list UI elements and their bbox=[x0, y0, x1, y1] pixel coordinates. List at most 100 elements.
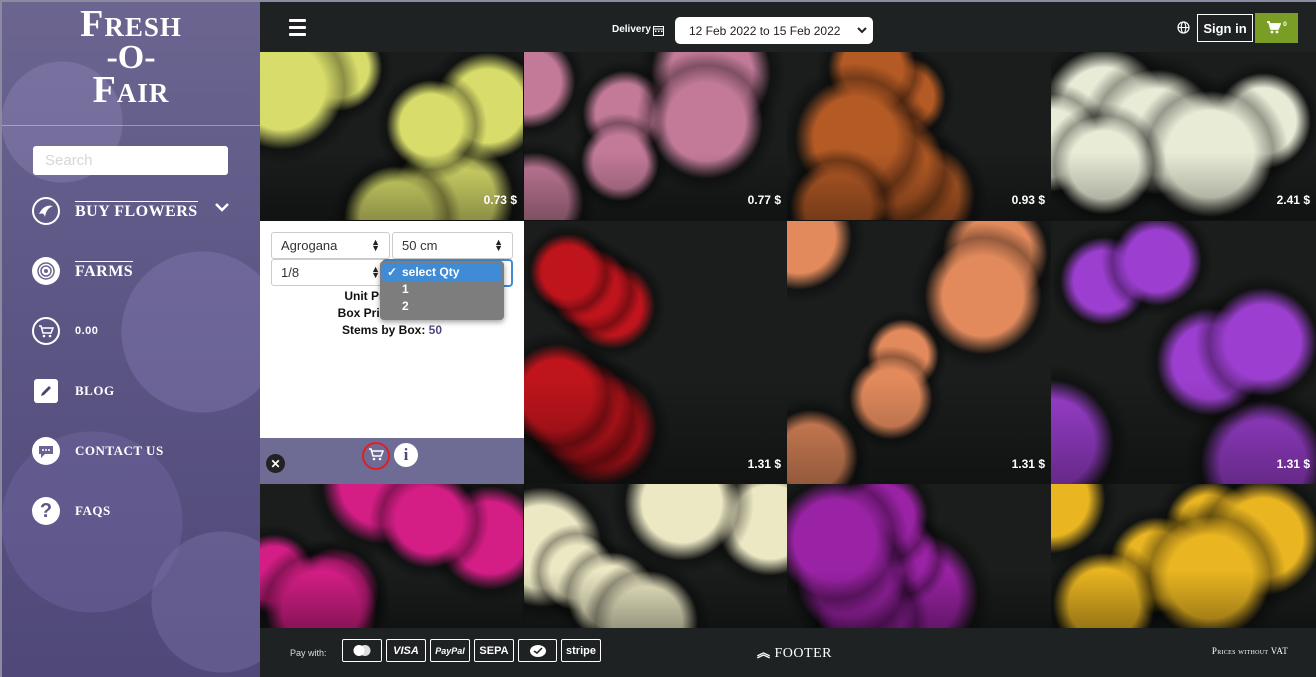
footer-toggle-label: FOOTER bbox=[774, 646, 832, 661]
product-tile[interactable] bbox=[524, 484, 787, 628]
qty-dropdown[interactable]: ✓ select Qty 1 2 bbox=[380, 261, 504, 320]
sidebar-item-contact[interactable]: CONTACT US bbox=[32, 436, 164, 466]
pencil-icon bbox=[34, 379, 58, 403]
question-icon: ? bbox=[32, 497, 60, 525]
globe-icon[interactable] bbox=[1177, 21, 1190, 39]
sidebar-item-label: BUY FLOWERS bbox=[75, 201, 198, 220]
flower-image bbox=[787, 221, 1051, 484]
search-input[interactable] bbox=[33, 146, 228, 175]
product-price: 1.31 $ bbox=[747, 457, 781, 471]
stems-value: 50 bbox=[428, 323, 443, 337]
brand-line-3: Fair bbox=[92, 69, 170, 111]
pay-with-label: Pay with: bbox=[290, 648, 327, 658]
product-tile[interactable]: 1.31 $ bbox=[1051, 221, 1316, 484]
cart-icon bbox=[368, 447, 385, 466]
delivery-date-select[interactable]: 12 Feb 2022 to 15 Feb 2022 bbox=[675, 17, 873, 44]
check-icon: ✓ bbox=[387, 265, 398, 279]
qty-option-label: 1 bbox=[402, 282, 409, 296]
qty-option-label: select Qty bbox=[402, 265, 460, 279]
delivery-date-value: 12 Feb 2022 to 15 Feb 2022 bbox=[689, 24, 841, 38]
product-tile[interactable]: 2.41 $ bbox=[1051, 52, 1316, 220]
product-price: 2.41 $ bbox=[1276, 193, 1310, 207]
sidebar-item-blog[interactable]: BLOG bbox=[32, 376, 115, 406]
paypal-icon: PayPal bbox=[430, 639, 470, 662]
wechat-icon bbox=[518, 639, 557, 662]
product-price: 1.31 $ bbox=[1276, 457, 1310, 471]
cart-icon bbox=[32, 317, 60, 345]
chevron-down-icon[interactable] bbox=[214, 199, 230, 217]
close-icon[interactable]: ✕ bbox=[266, 454, 285, 473]
calendar-icon bbox=[653, 23, 664, 41]
brand-logo[interactable]: Fresh -O- Fair bbox=[2, 3, 260, 111]
sidebar-item-farms[interactable]: FARMS bbox=[32, 256, 134, 286]
unit-price-label: Unit Pr bbox=[344, 289, 384, 303]
product-tile[interactable]: 1.31 $ bbox=[787, 221, 1051, 484]
bird-icon bbox=[32, 197, 60, 225]
length-select-value: 50 cm bbox=[402, 238, 438, 253]
stems-by-box: Stems by Box: 50 bbox=[260, 323, 524, 337]
qty-option[interactable]: 2 bbox=[380, 298, 504, 315]
sort-icon: ▲ ▼ bbox=[371, 237, 380, 253]
box-select-value: 1/8 bbox=[281, 265, 300, 280]
flower-image bbox=[1051, 221, 1316, 484]
farm-select-value: Agrogana bbox=[281, 238, 338, 253]
sort-icon: ▲ ▼ bbox=[494, 237, 503, 253]
chevron-down-icon bbox=[857, 24, 867, 38]
sidebar: Fresh -O- Fair BUY FLOWERS FARMS 0.00 BL… bbox=[2, 2, 260, 677]
chat-icon bbox=[32, 437, 60, 465]
rose-icon bbox=[32, 257, 60, 285]
prices-note: Prices without VAT bbox=[1211, 646, 1288, 656]
add-to-cart-button[interactable] bbox=[362, 442, 390, 470]
menu-icon[interactable] bbox=[289, 19, 306, 40]
flower-image bbox=[787, 484, 1051, 628]
info-icon[interactable]: i bbox=[394, 443, 418, 467]
stripe-icon: stripe bbox=[561, 639, 601, 662]
product-tile[interactable] bbox=[260, 484, 523, 628]
sidebar-item-label: FAQS bbox=[75, 503, 111, 518]
stems-label: Stems by Box: bbox=[341, 323, 426, 337]
product-tile[interactable]: 0.93 $ bbox=[787, 52, 1051, 220]
sidebar-item-label: CONTACT US bbox=[75, 443, 164, 458]
product-tile[interactable]: 1.31 $ bbox=[524, 221, 787, 484]
top-bar: Delivery 12 Feb 2022 to 15 Feb 2022 Sign… bbox=[260, 2, 1316, 52]
flower-image bbox=[1051, 484, 1316, 628]
visa-icon: VISA bbox=[386, 639, 426, 662]
length-select[interactable]: 50 cm ▲ ▼ bbox=[392, 232, 513, 259]
flower-image bbox=[260, 484, 523, 628]
product-tile[interactable] bbox=[787, 484, 1051, 628]
cart-icon bbox=[1266, 20, 1282, 36]
product-tile[interactable]: 0.77 $ bbox=[524, 52, 787, 220]
sidebar-item-label: FARMS bbox=[75, 261, 134, 280]
sidebar-item-faqs[interactable]: ? FAQS bbox=[32, 496, 111, 526]
card-actions: ✕ i bbox=[260, 438, 524, 484]
cart-total: 0.00 bbox=[75, 325, 99, 337]
box-select[interactable]: 1/8 ▲ ▼ bbox=[271, 259, 390, 286]
mastercard-icon bbox=[342, 639, 382, 662]
product-price: 1.31 $ bbox=[1011, 457, 1045, 471]
qty-option[interactable]: 1 bbox=[380, 281, 504, 298]
product-price: 0.93 $ bbox=[1011, 193, 1045, 207]
flower-image bbox=[524, 221, 787, 484]
sign-in-button[interactable]: Sign in bbox=[1197, 14, 1253, 42]
cart-button[interactable]: 0 bbox=[1255, 13, 1298, 43]
sidebar-item-label: BLOG bbox=[75, 383, 115, 398]
double-chevron-up-icon: ︽ bbox=[757, 646, 771, 661]
footer-toggle-button[interactable]: ︽ FOOTER bbox=[757, 642, 832, 662]
qty-option[interactable]: ✓ select Qty bbox=[382, 264, 502, 281]
sort-icon: ▲ ▼ bbox=[371, 264, 380, 280]
flower-image bbox=[524, 484, 787, 628]
farm-select[interactable]: Agrogana ▲ ▼ bbox=[271, 232, 390, 259]
brand-line-1: Fresh bbox=[80, 3, 182, 45]
cart-count: 0 bbox=[1283, 20, 1287, 28]
product-tile[interactable] bbox=[1051, 484, 1316, 628]
sepa-icon: SEPA bbox=[474, 639, 514, 662]
product-price: 0.73 $ bbox=[483, 193, 517, 207]
qty-option-label: 2 bbox=[402, 299, 409, 313]
logo-divider bbox=[2, 125, 260, 126]
delivery-label: Delivery bbox=[612, 24, 651, 35]
sidebar-item-buy-flowers[interactable]: BUY FLOWERS bbox=[32, 196, 198, 226]
product-price: 0.77 $ bbox=[747, 193, 781, 207]
product-tile[interactable]: 0.73 $ bbox=[260, 52, 523, 220]
footer-bar: Pay with: VISA PayPal SEPA stripe ︽ FOOT… bbox=[260, 628, 1316, 677]
sidebar-item-cart[interactable]: 0.00 bbox=[32, 316, 98, 346]
